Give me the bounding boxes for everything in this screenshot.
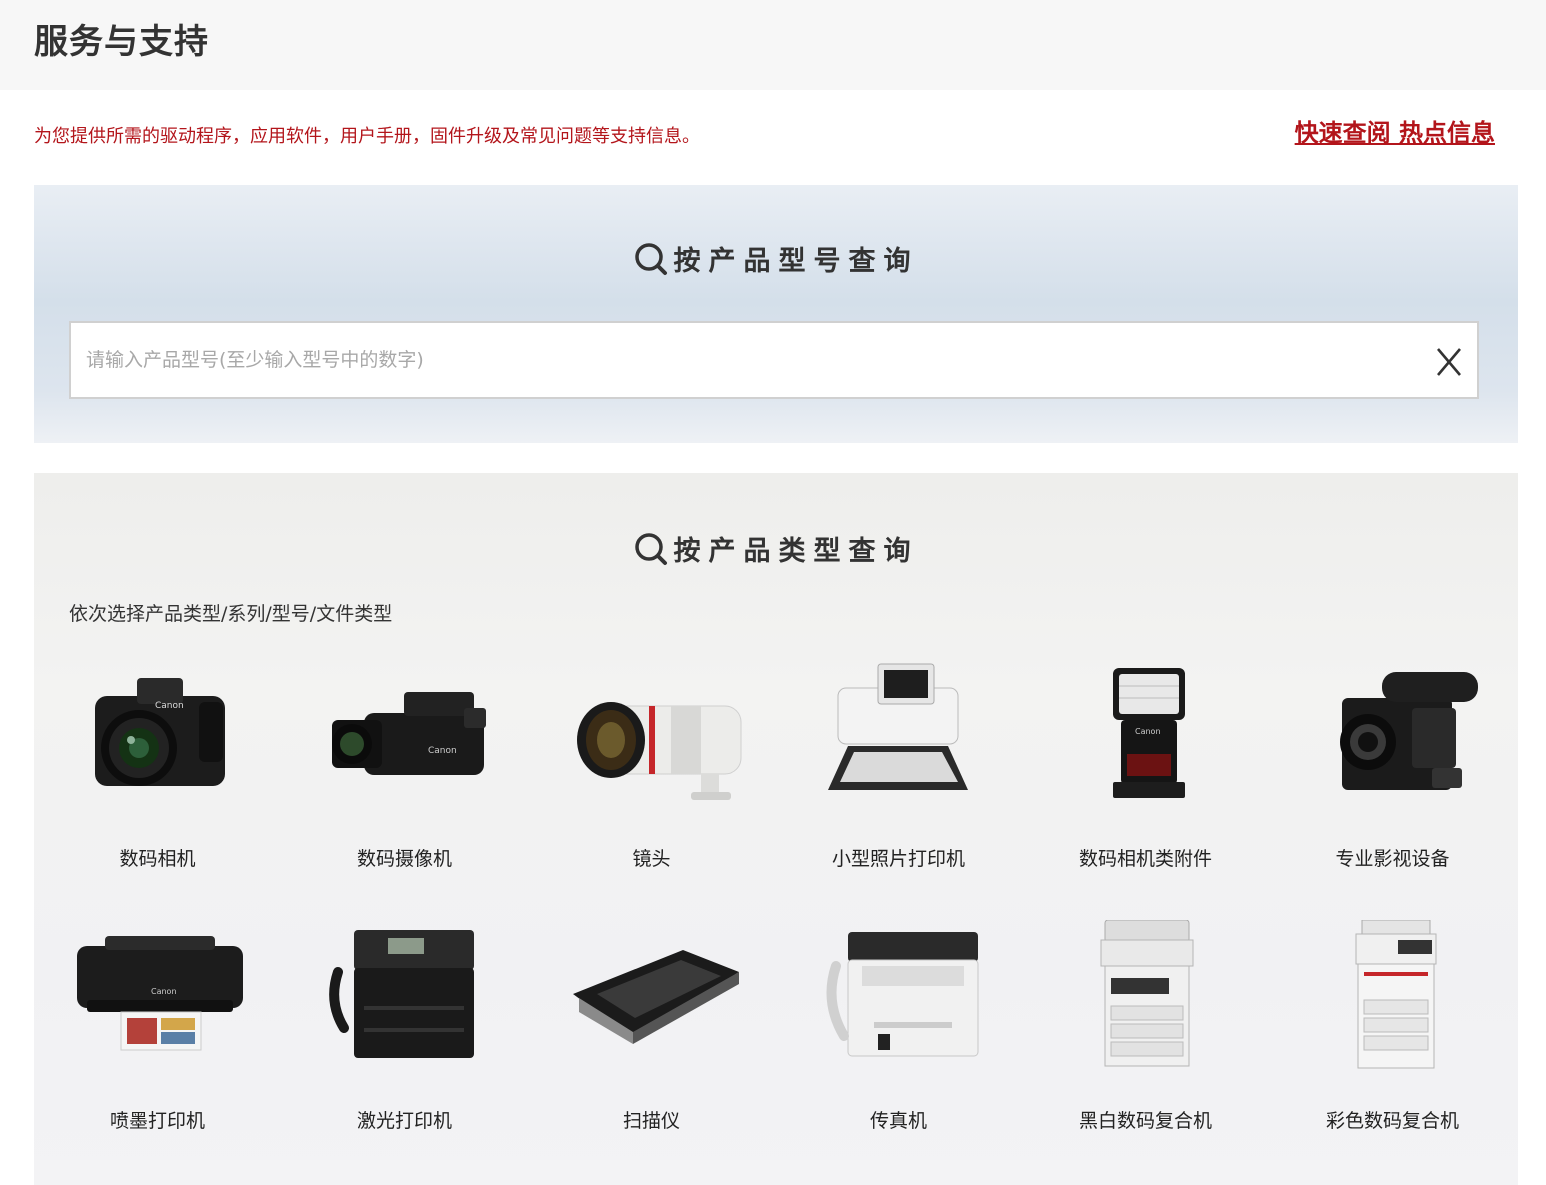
close-icon [1437,348,1461,376]
category-label: 黑白数码复合机 [1078,1110,1212,1132]
fax-machine-icon [826,932,979,1057]
category-label: 传真机 [869,1110,927,1132]
speedlite-flash-icon: Canon [1113,668,1185,798]
category-laser-printer[interactable]: 激光打印机 [281,920,528,1140]
header-bar: 服务与支持 [0,0,1546,90]
category-fax[interactable]: 传真机 [775,920,1022,1140]
scanner-icon [573,950,739,1044]
category-digital-camera[interactable]: Canon 数码相机 [34,658,281,878]
inkjet-printer-icon: Canon [77,936,243,1051]
category-lens[interactable]: 镜头 [528,658,775,878]
dslr-camera-icon: Canon [95,678,225,786]
page-title: 服务与支持 [34,22,209,62]
category-pro-cinema[interactable]: 专业影视设备 [1269,658,1516,878]
search-icon [634,242,667,275]
category-label: 数码摄像机 [356,848,452,870]
category-camera-accessories[interactable]: Canon 数码相机类附件 [1022,658,1269,878]
mono-mfp-icon [1100,920,1194,1067]
intro-text: 为您提供所需的驱动程序，应用软件，用户手册，固件升级及常见问题等支持信息。 [34,126,700,147]
model-search-box [69,321,1479,399]
category-scanner[interactable]: 扫描仪 [528,920,775,1140]
type-search-heading-text: 按产品类型查询 [673,536,919,567]
model-search-heading-text: 按产品型号查询 [673,246,919,277]
category-mono-mfp[interactable]: 黑白数码复合机 [1022,920,1269,1140]
model-search-heading: 按产品型号查询 [34,239,1518,278]
type-search-panel: 按产品类型查询 依次选择产品类型/系列/型号/文件类型 Canon 数码相机 C… [34,473,1518,1185]
svg-text:Canon: Canon [151,987,177,996]
category-label: 彩色数码复合机 [1325,1110,1459,1132]
category-camcorder[interactable]: Canon 数码摄像机 [281,658,528,878]
lens-icon [577,702,742,800]
cinema-camera-icon [1340,672,1478,790]
photo-printer-icon [828,663,968,790]
hot-info-link[interactable]: 快速查阅 热点信息 [1295,113,1495,148]
category-label: 小型照片打印机 [831,848,965,870]
camcorder-icon: Canon [332,692,486,775]
clear-button[interactable] [1429,339,1469,383]
search-icon [634,532,667,565]
type-search-heading: 按产品类型查询 [34,529,1518,568]
laser-printer-icon [329,930,474,1058]
model-search-input[interactable] [71,323,1406,397]
category-label: 专业影视设备 [1335,848,1450,870]
svg-text:Canon: Canon [428,746,457,756]
category-color-mfp[interactable]: 彩色数码复合机 [1269,920,1516,1140]
svg-text:Canon: Canon [1135,727,1161,736]
color-mfp-icon [1355,920,1437,1069]
model-search-panel: 按产品型号查询 [34,185,1518,443]
category-label: 喷墨打印机 [109,1110,205,1132]
type-search-hint: 依次选择产品类型/系列/型号/文件类型 [69,603,393,625]
category-label: 镜头 [632,848,671,870]
svg-text:Canon: Canon [155,701,184,711]
category-photo-printer[interactable]: 小型照片打印机 [775,658,1022,878]
category-inkjet-printer[interactable]: Canon 喷墨打印机 [34,920,281,1140]
category-label: 扫描仪 [622,1110,680,1132]
category-label: 数码相机类附件 [1078,848,1212,870]
category-label: 数码相机 [119,848,196,870]
category-label: 激光打印机 [356,1110,452,1132]
